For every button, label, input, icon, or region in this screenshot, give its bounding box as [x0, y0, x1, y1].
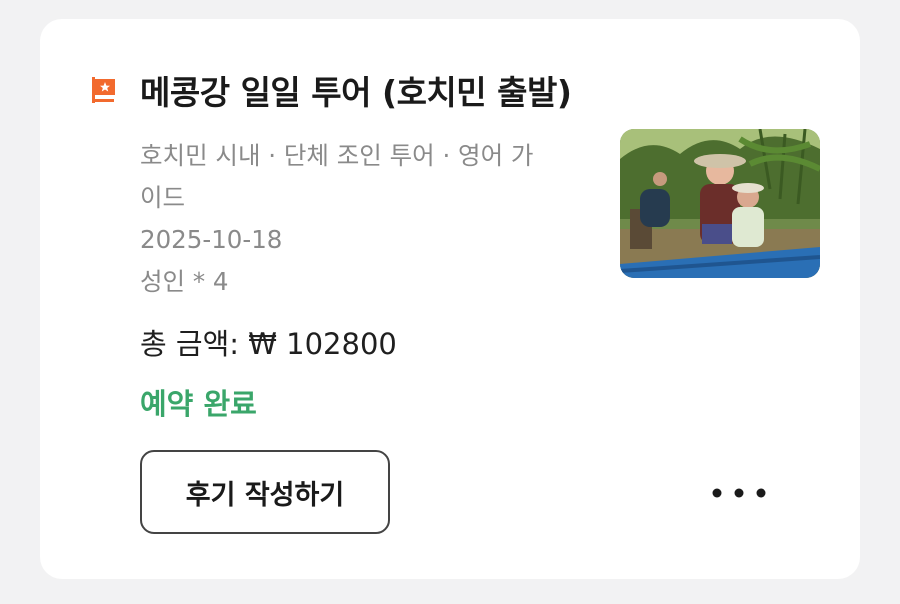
- tour-date: 2025-10-18: [140, 225, 283, 254]
- write-review-button[interactable]: 후기 작성하기: [140, 450, 390, 534]
- tour-options-line2: 이드: [140, 183, 186, 212]
- more-horizontal-icon: [712, 488, 766, 498]
- tour-title: 메콩강 일일 투어 (호치민 출발): [140, 73, 572, 112]
- guest-count: 성인 * 4: [140, 267, 229, 296]
- booking-title-row: 메콩강 일일 투어 (호치민 출발): [90, 66, 572, 114]
- booking-card[interactable]: 메콩강 일일 투어 (호치민 출발) 호치민 시내 · 단체 조인 투어 · 영…: [40, 19, 860, 579]
- tour-details: 호치민 시내 · 단체 조인 투어 · 영어 가 이드 2025-10-18 성…: [140, 135, 590, 303]
- booking-status: 예약 완료: [140, 387, 257, 421]
- tour-options-line1: 호치민 시내 · 단체 조인 투어 · 영어 가: [140, 141, 534, 170]
- total-amount: 총 금액: ₩ 102800: [140, 327, 397, 361]
- tour-thumbnail: [620, 129, 820, 278]
- flag-icon: [90, 75, 118, 105]
- more-options-button[interactable]: [704, 475, 774, 511]
